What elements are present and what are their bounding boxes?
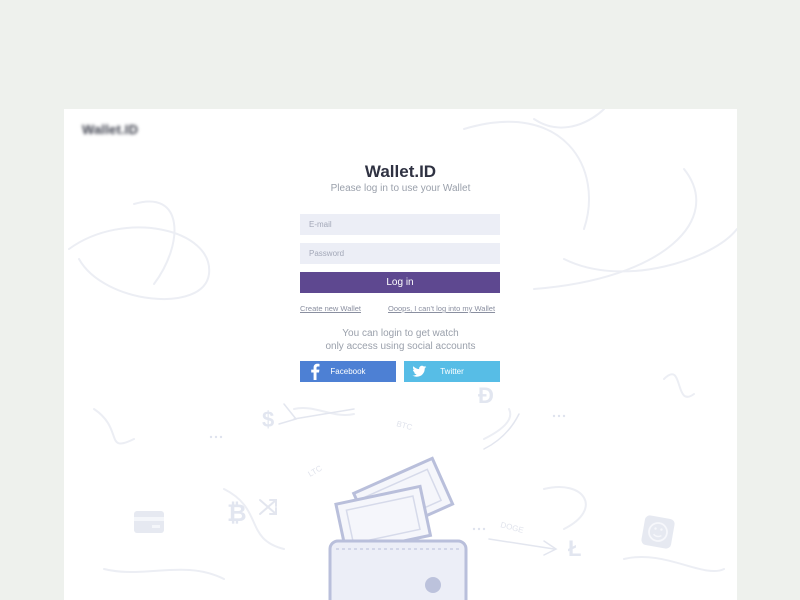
smiley-icon — [641, 515, 675, 549]
forgot-login-link[interactable]: Ooops, I can't log into my Wallet — [388, 304, 495, 313]
wallet-icon — [328, 539, 468, 600]
create-wallet-link[interactable]: Create new Wallet — [300, 304, 361, 313]
brand-logo: Wallet.ID — [82, 122, 139, 137]
page-title: Wallet.ID — [364, 162, 437, 181]
social-login-note: You can login to get watch only access u… — [64, 327, 737, 353]
login-card: $ ₿ Ð Ł BTC LTC DOGE Wallet.ID Wallet.ID… — [64, 109, 737, 600]
litecoin-icon: Ł — [568, 536, 581, 561]
illustration-label-ltc: LTC — [307, 464, 324, 479]
social-note-line-2: only access using social accounts — [325, 341, 476, 352]
dogecoin-icon: Ð — [478, 383, 494, 408]
facebook-login-button[interactable]: Facebook — [300, 361, 396, 382]
card-icon — [134, 511, 164, 533]
page-subtitle: Please log in to use your Wallet — [330, 183, 471, 194]
illustration-label-btc: BTC — [395, 419, 413, 432]
illustration-label-doge: DOGE — [499, 520, 524, 535]
twitter-login-button[interactable]: Twitter — [404, 361, 500, 382]
facebook-label: Facebook — [330, 367, 366, 376]
bitcoin-icon: ₿ — [227, 500, 247, 527]
dollar-icon: $ — [262, 407, 274, 432]
shuffle-icon — [259, 499, 277, 515]
email-input[interactable] — [300, 214, 500, 235]
login-button[interactable]: Log in — [300, 272, 500, 293]
twitter-label: Twitter — [440, 367, 464, 376]
password-input[interactable] — [300, 243, 500, 264]
banknote-icon — [334, 456, 455, 555]
social-note-line-1: You can login to get watch — [342, 328, 459, 339]
